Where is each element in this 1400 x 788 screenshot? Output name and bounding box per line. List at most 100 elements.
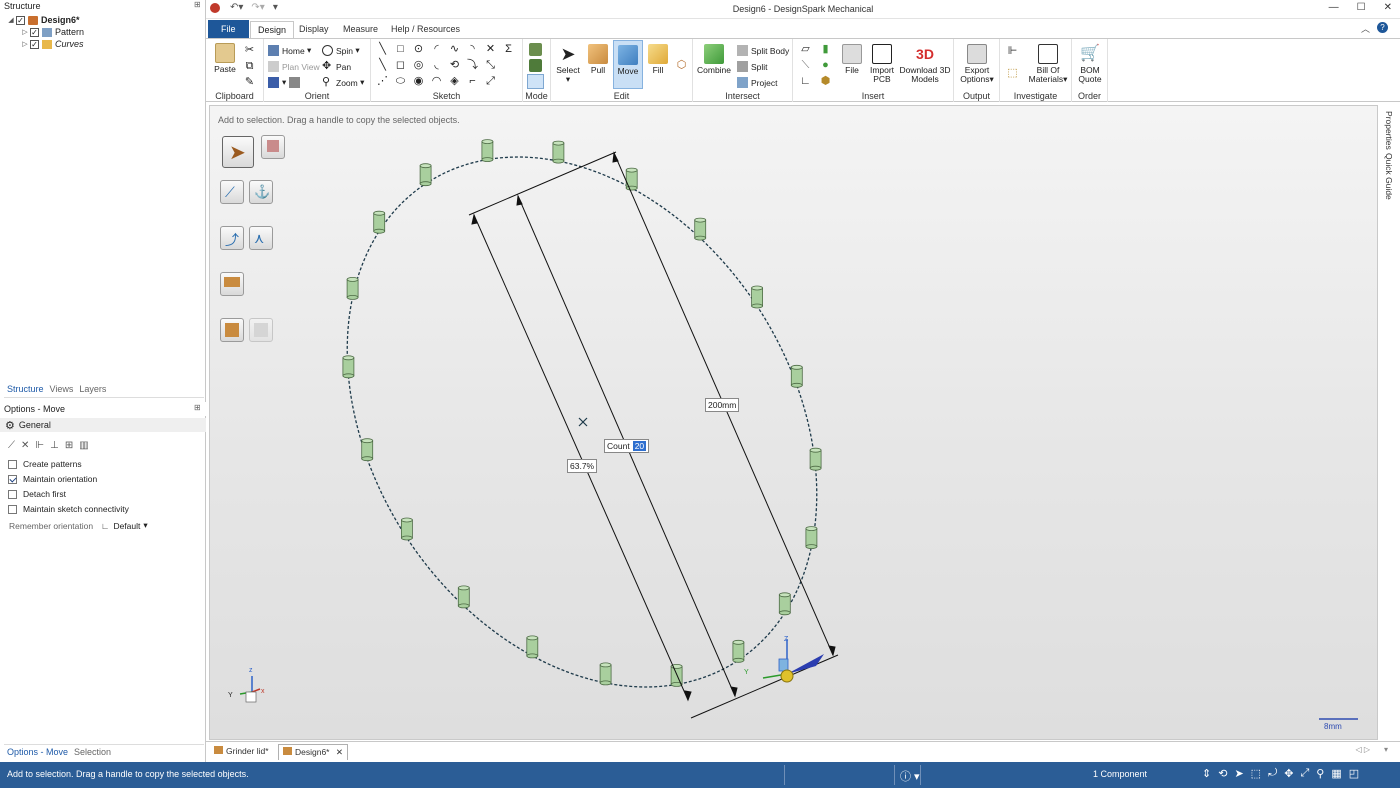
cylinder-instance[interactable]: [552, 140, 565, 164]
cylinder-instance[interactable]: [809, 447, 822, 471]
grid-icon[interactable]: ⊞: [65, 440, 73, 451]
tab-quick-guide[interactable]: Quick Guide: [1384, 153, 1394, 200]
tab-display[interactable]: Display: [292, 21, 336, 38]
fit-icon[interactable]: ⤢: [1300, 767, 1309, 780]
sphere-icon[interactable]: ●: [819, 59, 832, 72]
tab-design[interactable]: Design: [250, 21, 295, 38]
doc-tab-design6[interactable]: Design6* ✕: [278, 744, 348, 760]
pull-button[interactable]: Pull: [585, 44, 611, 75]
create-patterns-option[interactable]: Create patterns: [8, 458, 82, 470]
cylinder-instance[interactable]: [732, 639, 745, 663]
checkbox[interactable]: [8, 504, 17, 514]
section-mode-icon[interactable]: [529, 59, 542, 72]
bend-icon[interactable]: ⤵: [466, 59, 479, 72]
bill-of-materials-button[interactable]: Bill Of Materials▾: [1026, 44, 1070, 84]
pan-icon[interactable]: ✥: [1284, 767, 1293, 780]
pivot-box-icon[interactable]: [778, 658, 789, 672]
paste-button[interactable]: Paste: [212, 43, 238, 74]
maximize-icon[interactable]: ☐: [1357, 2, 1366, 13]
pin-icon[interactable]: ⊞: [194, 403, 201, 412]
model-canvas[interactable]: Z Y z Y x: [210, 106, 1379, 741]
move-button[interactable]: Move: [613, 40, 643, 89]
info-icon[interactable]: ⓘ ▾: [900, 768, 920, 784]
chevron-down-icon[interactable]: ▾: [143, 520, 147, 531]
view-cube-button[interactable]: ▾: [268, 77, 303, 88]
tab-properties[interactable]: Properties: [1384, 111, 1394, 150]
doc-tab-grinder-lid[interactable]: Grinder lid*: [210, 744, 273, 760]
checkbox-icon[interactable]: ✓: [30, 27, 39, 37]
checkbox[interactable]: [8, 459, 17, 469]
tab-list-icon[interactable]: ▾: [1384, 745, 1388, 754]
circle-icon[interactable]: ⊙: [412, 43, 425, 56]
home-button[interactable]: Home ▾: [268, 45, 311, 56]
x-arrow-icon[interactable]: [787, 654, 824, 674]
plan-view-button[interactable]: Plan View: [268, 61, 320, 72]
three-point-arc-icon[interactable]: ◠: [430, 75, 443, 88]
count-input[interactable]: 20: [632, 441, 647, 451]
tab-measure[interactable]: Measure: [336, 21, 385, 38]
cylinder-instance[interactable]: [805, 526, 818, 549]
sum-icon[interactable]: Σ: [502, 43, 515, 56]
tab-help-resources[interactable]: Help / Resources: [384, 21, 467, 38]
cylinder-instance[interactable]: [419, 163, 432, 187]
shell-icon[interactable]: ⬢: [819, 75, 832, 88]
cylinder-instance[interactable]: [457, 585, 470, 609]
select-button[interactable]: ➤ Select ▾: [555, 44, 581, 84]
grid-icon[interactable]: ▦: [1331, 767, 1341, 780]
expand-icon[interactable]: ▷: [20, 40, 30, 48]
maintain-orientation-option[interactable]: Maintain orientation: [8, 473, 97, 485]
cylinder-instance[interactable]: [373, 210, 386, 234]
table-icon[interactable]: ▥: [79, 440, 88, 451]
copy-icon[interactable]: ⧉: [243, 60, 256, 73]
combine-button[interactable]: Combine: [697, 44, 731, 75]
cylinder-instance[interactable]: [625, 167, 638, 191]
cylinder-instance[interactable]: [751, 285, 763, 309]
cut-icon[interactable]: ✂: [243, 44, 256, 57]
zoom-button[interactable]: ⚲ Zoom ▾: [322, 77, 364, 88]
3d-mode-icon[interactable]: [527, 74, 544, 89]
pan-button[interactable]: ✥ Pan: [322, 61, 351, 72]
sweep-arc-icon[interactable]: ◟: [430, 59, 443, 72]
view-icon[interactable]: ◰: [1349, 767, 1359, 780]
split-body-button[interactable]: Split Body: [737, 45, 789, 56]
line-icon[interactable]: ╲: [376, 43, 389, 56]
tree-item-pattern[interactable]: ▷ ✓ Pattern: [20, 26, 84, 38]
cylinder-instance[interactable]: [481, 139, 494, 163]
zoom-icon[interactable]: ⚲: [1316, 767, 1324, 780]
arrow-icon[interactable]: ⟋: [8, 440, 15, 451]
split-curve-icon[interactable]: ⤡: [484, 59, 497, 72]
rectangle-icon[interactable]: □: [394, 43, 407, 56]
cylinder-instance[interactable]: [599, 662, 612, 686]
check-geometry-icon[interactable]: ⬚: [1006, 67, 1019, 80]
cylinder-instance[interactable]: [778, 592, 791, 616]
cylinder-icon[interactable]: ▮: [819, 43, 832, 56]
ellipse-icon[interactable]: ⬭: [394, 75, 407, 88]
polygon-icon[interactable]: ◻: [394, 59, 407, 72]
cylinder-instance[interactable]: [342, 355, 355, 379]
fill-button[interactable]: Fill: [645, 44, 671, 75]
tab-structure[interactable]: Structure: [4, 384, 47, 397]
trim-icon[interactable]: ✕: [484, 43, 497, 56]
tree-item-design[interactable]: ◢ ✓ Design6*: [6, 14, 79, 26]
spline-icon[interactable]: ∿: [448, 43, 461, 56]
tab-file[interactable]: File: [208, 20, 249, 38]
maintain-sketch-connectivity-option[interactable]: Maintain sketch connectivity: [8, 503, 129, 515]
point-icon[interactable]: ◉: [412, 75, 425, 88]
cross-icon[interactable]: ✕: [21, 440, 29, 451]
anchor-ball-icon[interactable]: [780, 669, 794, 683]
import-pcb-button[interactable]: Import PCB: [869, 44, 895, 84]
collapse-ribbon-icon[interactable]: ︿: [1361, 22, 1370, 35]
expand-icon[interactable]: ▷: [20, 28, 30, 36]
rotate-icon[interactable]: ⟲: [1218, 767, 1227, 780]
spin-button[interactable]: Spin ▾: [322, 45, 360, 56]
cylinder-instance[interactable]: [526, 635, 539, 659]
download-3d-models-button[interactable]: 3D Download 3D Models: [899, 44, 951, 84]
plane-icon[interactable]: ▱: [799, 43, 812, 56]
minimize-icon[interactable]: —: [1329, 2, 1339, 13]
cylinder-pattern[interactable]: [342, 139, 822, 687]
updown-icon[interactable]: ⇕: [1202, 767, 1211, 780]
blend-icon[interactable]: ⬡: [675, 59, 688, 72]
ruler-icon[interactable]: ⊩: [35, 440, 44, 451]
bom-quote-button[interactable]: 🛒 BOM Quote: [1076, 44, 1104, 84]
sketch-mode-icon[interactable]: [529, 43, 542, 56]
